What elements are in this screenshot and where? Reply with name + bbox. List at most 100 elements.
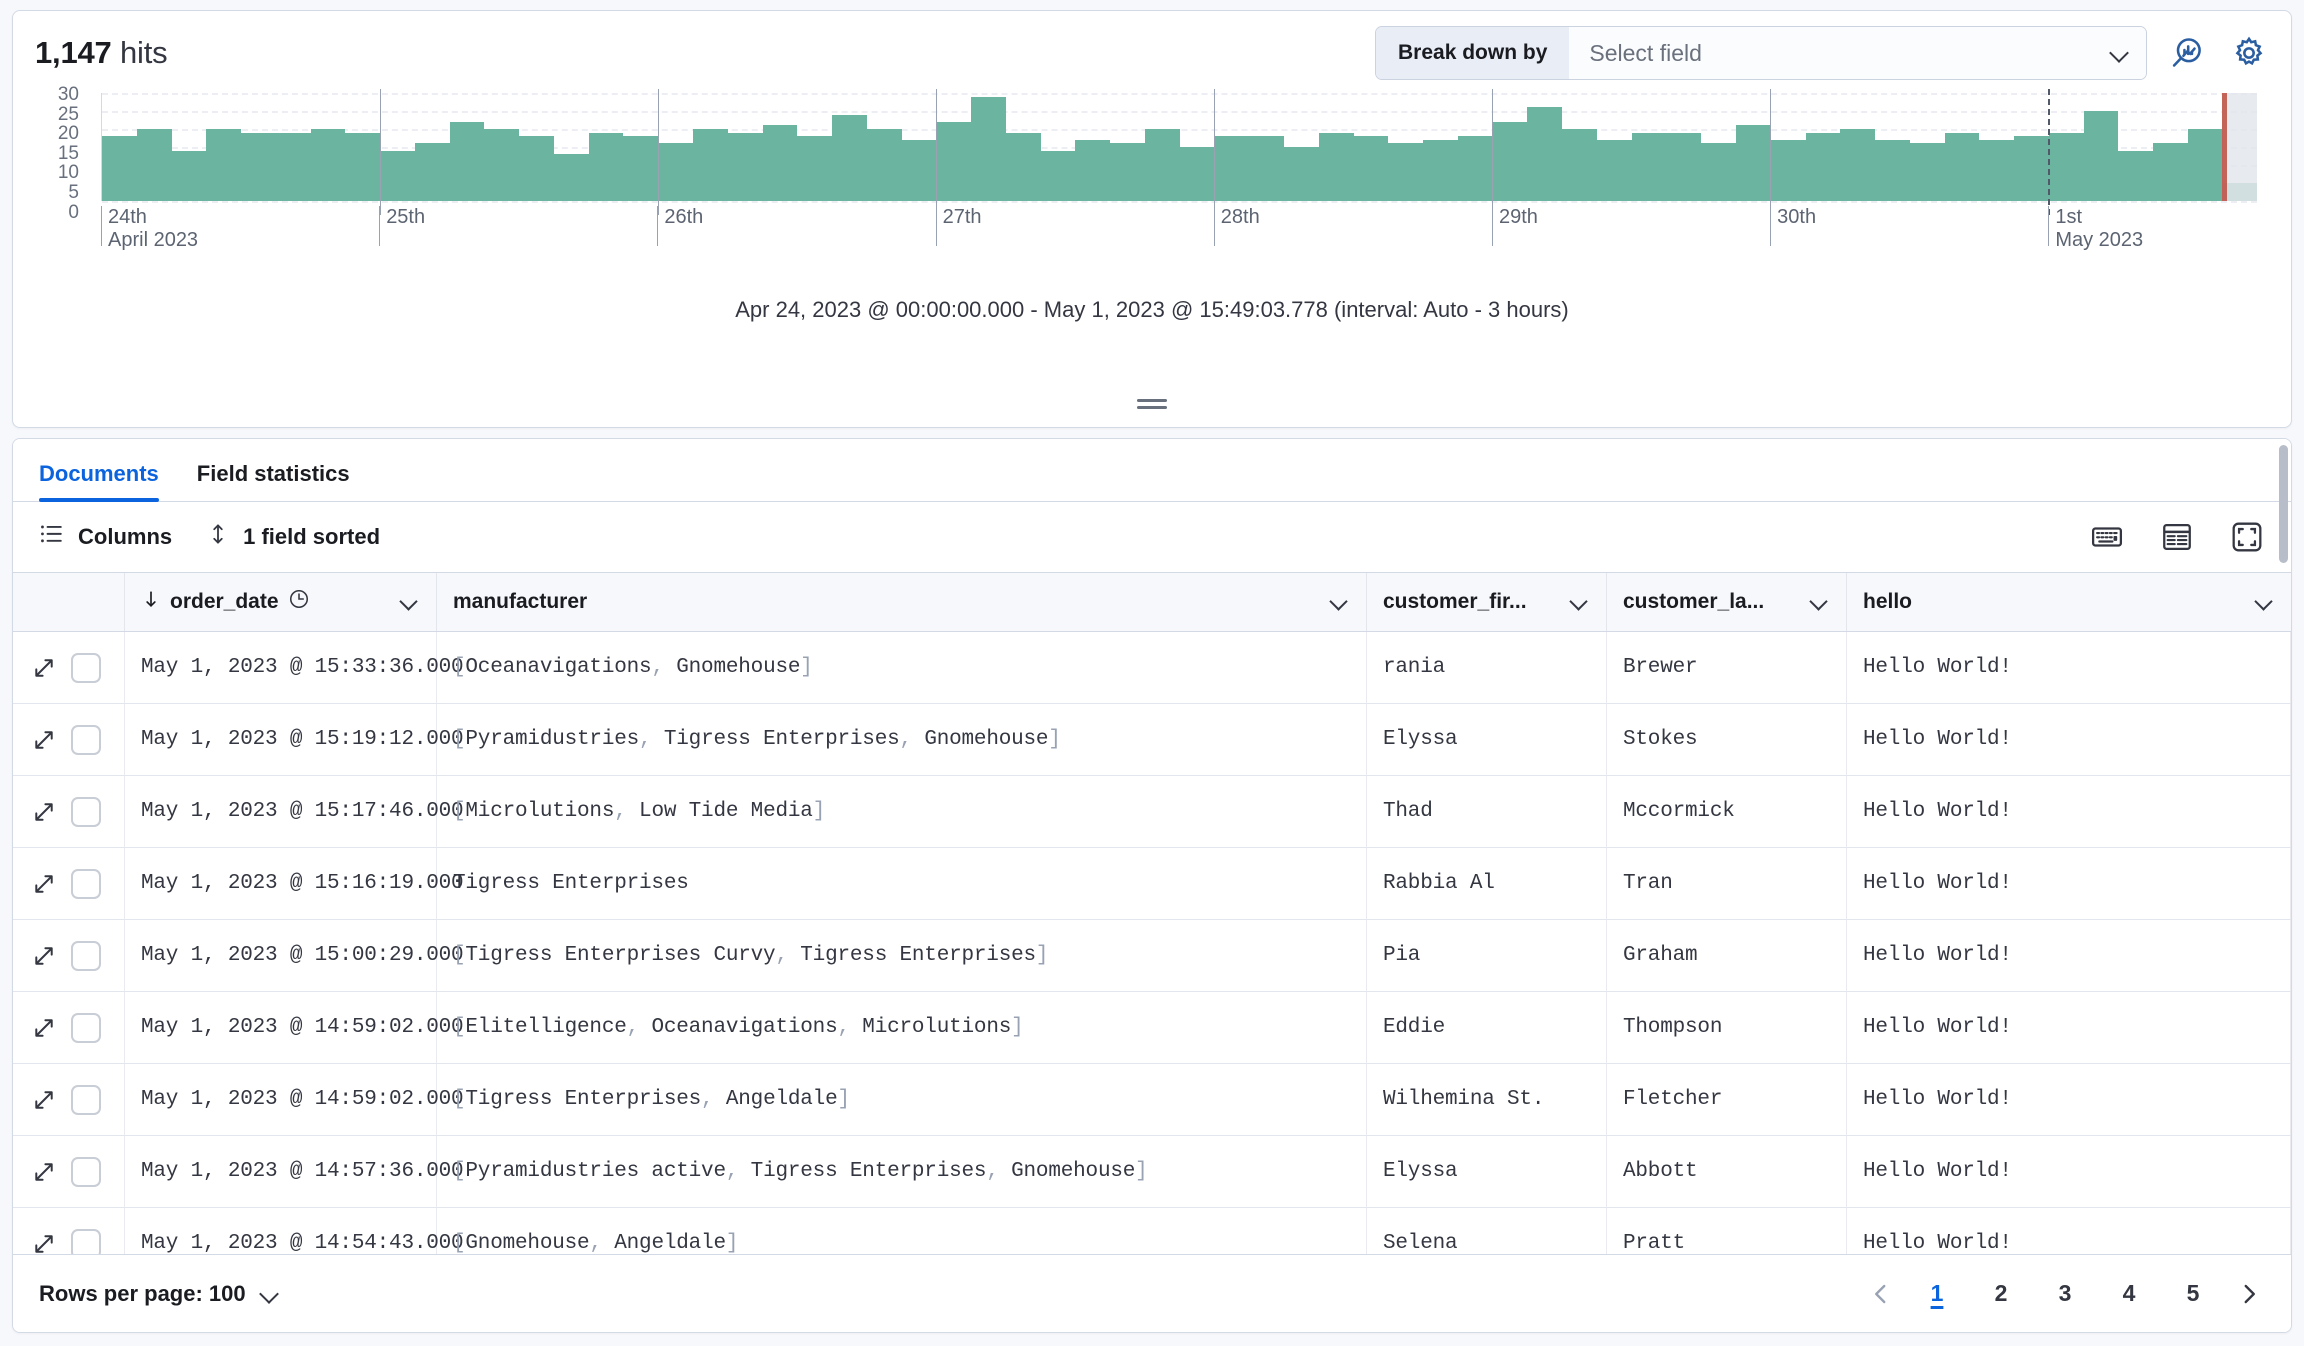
chart-bar[interactable]: [902, 140, 937, 201]
chart-bar[interactable]: [1423, 140, 1458, 201]
page-button-1[interactable]: 1: [1909, 1272, 1965, 1316]
column-header-hello[interactable]: hello: [1847, 573, 2291, 631]
chart-bar[interactable]: [1075, 140, 1110, 201]
table-row[interactable]: May 1, 2023 @ 14:59:02.000[Elitelligence…: [13, 992, 2291, 1064]
expand-row-icon[interactable]: [29, 797, 59, 827]
cell-hello[interactable]: Hello World!: [1847, 1064, 2291, 1135]
chart-bar[interactable]: [1632, 133, 1667, 201]
inspect-chart-icon[interactable]: [2165, 31, 2209, 75]
chart-bar[interactable]: [345, 133, 380, 201]
grid-vertical-scrollbar[interactable]: [2279, 445, 2288, 563]
chart-bar[interactable]: [1945, 133, 1980, 201]
column-header-order-date[interactable]: order_date: [125, 573, 437, 631]
page-button-3[interactable]: 3: [2037, 1272, 2093, 1316]
row-select-checkbox[interactable]: [71, 1085, 101, 1115]
expand-row-icon[interactable]: [29, 653, 59, 683]
cell-hello[interactable]: Hello World!: [1847, 776, 2291, 847]
table-row[interactable]: May 1, 2023 @ 15:00:29.000[Tigress Enter…: [13, 920, 2291, 992]
chart-bar[interactable]: [2014, 136, 2049, 201]
cell-customer-first-name[interactable]: Wilhemina St.: [1367, 1064, 1607, 1135]
chart-bar[interactable]: [1875, 140, 1910, 201]
chart-bar[interactable]: [206, 129, 241, 201]
chart-bar[interactable]: [1910, 143, 1945, 201]
sort-fields-button[interactable]: 1 field sorted: [206, 521, 380, 553]
table-row[interactable]: May 1, 2023 @ 14:59:02.000[Tigress Enter…: [13, 1064, 2291, 1136]
chart-bar[interactable]: [971, 97, 1006, 201]
table-row[interactable]: May 1, 2023 @ 15:19:12.000[Pyramidustrie…: [13, 704, 2291, 776]
chart-bar[interactable]: [867, 129, 902, 201]
chart-bar[interactable]: [1527, 107, 1562, 201]
cell-hello[interactable]: Hello World!: [1847, 632, 2291, 703]
page-button-2[interactable]: 2: [1973, 1272, 2029, 1316]
chevron-left-icon[interactable]: [1861, 1272, 1901, 1316]
expand-row-icon[interactable]: [29, 941, 59, 971]
chart-bar[interactable]: [1041, 151, 1076, 201]
table-density-icon[interactable]: [2155, 515, 2199, 559]
chart-bar[interactable]: [2084, 111, 2119, 201]
chart-bar[interactable]: [2188, 129, 2223, 201]
column-menu-chevron-customer-first-name[interactable]: [1570, 592, 1590, 612]
chart-bar[interactable]: [1215, 136, 1250, 201]
chart-bar[interactable]: [311, 129, 346, 201]
chart-bar[interactable]: [658, 143, 693, 201]
page-button-5[interactable]: 5: [2165, 1272, 2221, 1316]
chart-bar[interactable]: [1806, 133, 1841, 201]
chart-bar[interactable]: [1493, 122, 1528, 201]
row-select-checkbox[interactable]: [71, 725, 101, 755]
cell-order-date[interactable]: May 1, 2023 @ 14:59:02.000: [125, 992, 437, 1063]
cell-hello[interactable]: Hello World!: [1847, 920, 2291, 991]
rows-per-page-button[interactable]: Rows per page: 100: [39, 1281, 280, 1307]
chart-bar[interactable]: [1666, 133, 1701, 201]
row-select-checkbox[interactable]: [71, 1157, 101, 1187]
cell-order-date[interactable]: May 1, 2023 @ 14:57:36.000: [125, 1136, 437, 1207]
chart-bar[interactable]: [1736, 125, 1771, 201]
cell-customer-last-name[interactable]: Fletcher: [1607, 1064, 1847, 1135]
cell-manufacturer[interactable]: Tigress Enterprises: [437, 848, 1367, 919]
cell-order-date[interactable]: May 1, 2023 @ 15:00:29.000: [125, 920, 437, 991]
expand-row-icon[interactable]: [29, 1013, 59, 1043]
resize-handle[interactable]: [1137, 399, 1167, 413]
cell-manufacturer[interactable]: [Tigress Enterprises, Angeldale]: [437, 1064, 1367, 1135]
chart-bar[interactable]: [2049, 133, 2084, 201]
chart-bar[interactable]: [1458, 136, 1493, 201]
chart-bar[interactable]: [2153, 143, 2188, 201]
chart-bar[interactable]: [589, 133, 624, 201]
row-select-checkbox[interactable]: [71, 869, 101, 899]
cell-hello[interactable]: Hello World!: [1847, 704, 2291, 775]
chart-bar[interactable]: [1319, 133, 1354, 201]
column-menu-chevron-order-date[interactable]: [400, 592, 420, 612]
cell-customer-last-name[interactable]: Thompson: [1607, 992, 1847, 1063]
chart-bar[interactable]: [102, 136, 137, 201]
cell-hello[interactable]: Hello World!: [1847, 848, 2291, 919]
histogram-chart[interactable]: 302520151050 24thApril 202325th26th27th2…: [13, 81, 2291, 241]
keyboard-shortcuts-icon[interactable]: [2085, 515, 2129, 559]
chart-bar[interactable]: [380, 151, 415, 201]
column-menu-chevron-manufacturer[interactable]: [1330, 592, 1350, 612]
chart-bar[interactable]: [1180, 147, 1215, 201]
column-header-customer-first-name[interactable]: customer_fir...: [1367, 573, 1607, 631]
cell-customer-last-name[interactable]: Mccormick: [1607, 776, 1847, 847]
cell-order-date[interactable]: May 1, 2023 @ 15:16:19.000: [125, 848, 437, 919]
chevron-right-icon[interactable]: [2229, 1272, 2269, 1316]
tab-documents[interactable]: Documents: [39, 461, 159, 501]
chart-bar[interactable]: [2118, 151, 2153, 201]
row-select-checkbox[interactable]: [71, 653, 101, 683]
table-row[interactable]: May 1, 2023 @ 14:57:36.000[Pyramidustrie…: [13, 1136, 2291, 1208]
cell-customer-first-name[interactable]: Rabbia Al: [1367, 848, 1607, 919]
chart-bar[interactable]: [1110, 143, 1145, 201]
cell-customer-last-name[interactable]: Brewer: [1607, 632, 1847, 703]
breakdown-control[interactable]: Break down by Select field: [1375, 26, 2147, 80]
chart-bar[interactable]: [1388, 143, 1423, 201]
cell-manufacturer[interactable]: [Elitelligence, Oceanavigations, Microlu…: [437, 992, 1367, 1063]
cell-manufacturer[interactable]: [Pyramidustries, Tigress Enterprises, Gn…: [437, 704, 1367, 775]
chart-bar[interactable]: [1284, 147, 1319, 201]
row-select-checkbox[interactable]: [71, 1013, 101, 1043]
chart-bar[interactable]: [832, 115, 867, 201]
expand-row-icon[interactable]: [29, 725, 59, 755]
chart-bar[interactable]: [519, 136, 554, 201]
table-row[interactable]: May 1, 2023 @ 15:33:36.000[Oceanavigatio…: [13, 632, 2291, 704]
page-button-4[interactable]: 4: [2101, 1272, 2157, 1316]
cell-order-date[interactable]: May 1, 2023 @ 14:59:02.000: [125, 1064, 437, 1135]
cell-order-date[interactable]: May 1, 2023 @ 15:17:46.000: [125, 776, 437, 847]
breakdown-field-select[interactable]: Select field: [1569, 27, 2146, 79]
